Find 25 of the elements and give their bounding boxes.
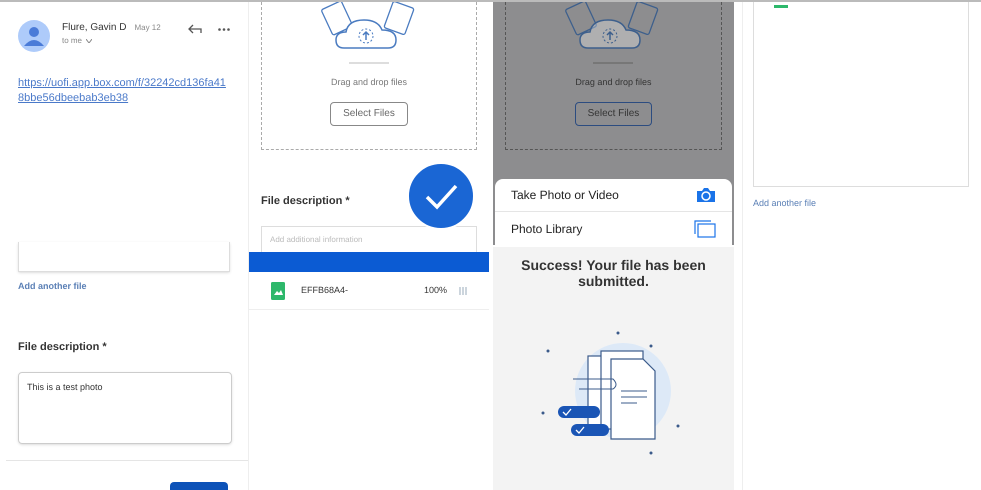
success-message: Success! Your file has been submitted. [520, 257, 707, 289]
drop-text: Drag and drop files [575, 76, 652, 89]
more-icon[interactable] [218, 28, 230, 30]
field-label: File description * [18, 340, 107, 352]
photo-library-icon [694, 220, 716, 238]
sender-name: Flure, Gavin D [62, 21, 126, 35]
email-date: May 12 [134, 22, 161, 34]
camera-icon [696, 187, 716, 203]
select-files-button[interactable]: Select Files [330, 102, 408, 126]
action-option[interactable]: Photo Library [494, 212, 732, 245]
reply-icon[interactable] [188, 24, 202, 34]
avatar-icon [18, 20, 50, 52]
box-link[interactable]: https://uofi.app.box.com/f/32242cd136fa418bbe56dbeebab3eb38 [18, 76, 228, 106]
select-files-button[interactable]: Select Files [574, 102, 652, 126]
add-file-link[interactable]: Add another file [18, 280, 230, 294]
action-option[interactable]: Take Photo or Video [494, 179, 732, 212]
add-file-link[interactable]: Add another file [752, 197, 969, 210]
chevron-down-icon[interactable] [86, 39, 92, 43]
description-field[interactable]: This is a test photo [18, 372, 232, 444]
recipient-text: to me [62, 35, 82, 47]
drop-text: Drag and drop files [330, 76, 407, 89]
field-label: File description * [261, 195, 350, 207]
drag-handle-icon[interactable] [458, 286, 467, 294]
file-name: EFFB68A4- [301, 284, 348, 297]
percent-text: 100% [424, 284, 447, 297]
